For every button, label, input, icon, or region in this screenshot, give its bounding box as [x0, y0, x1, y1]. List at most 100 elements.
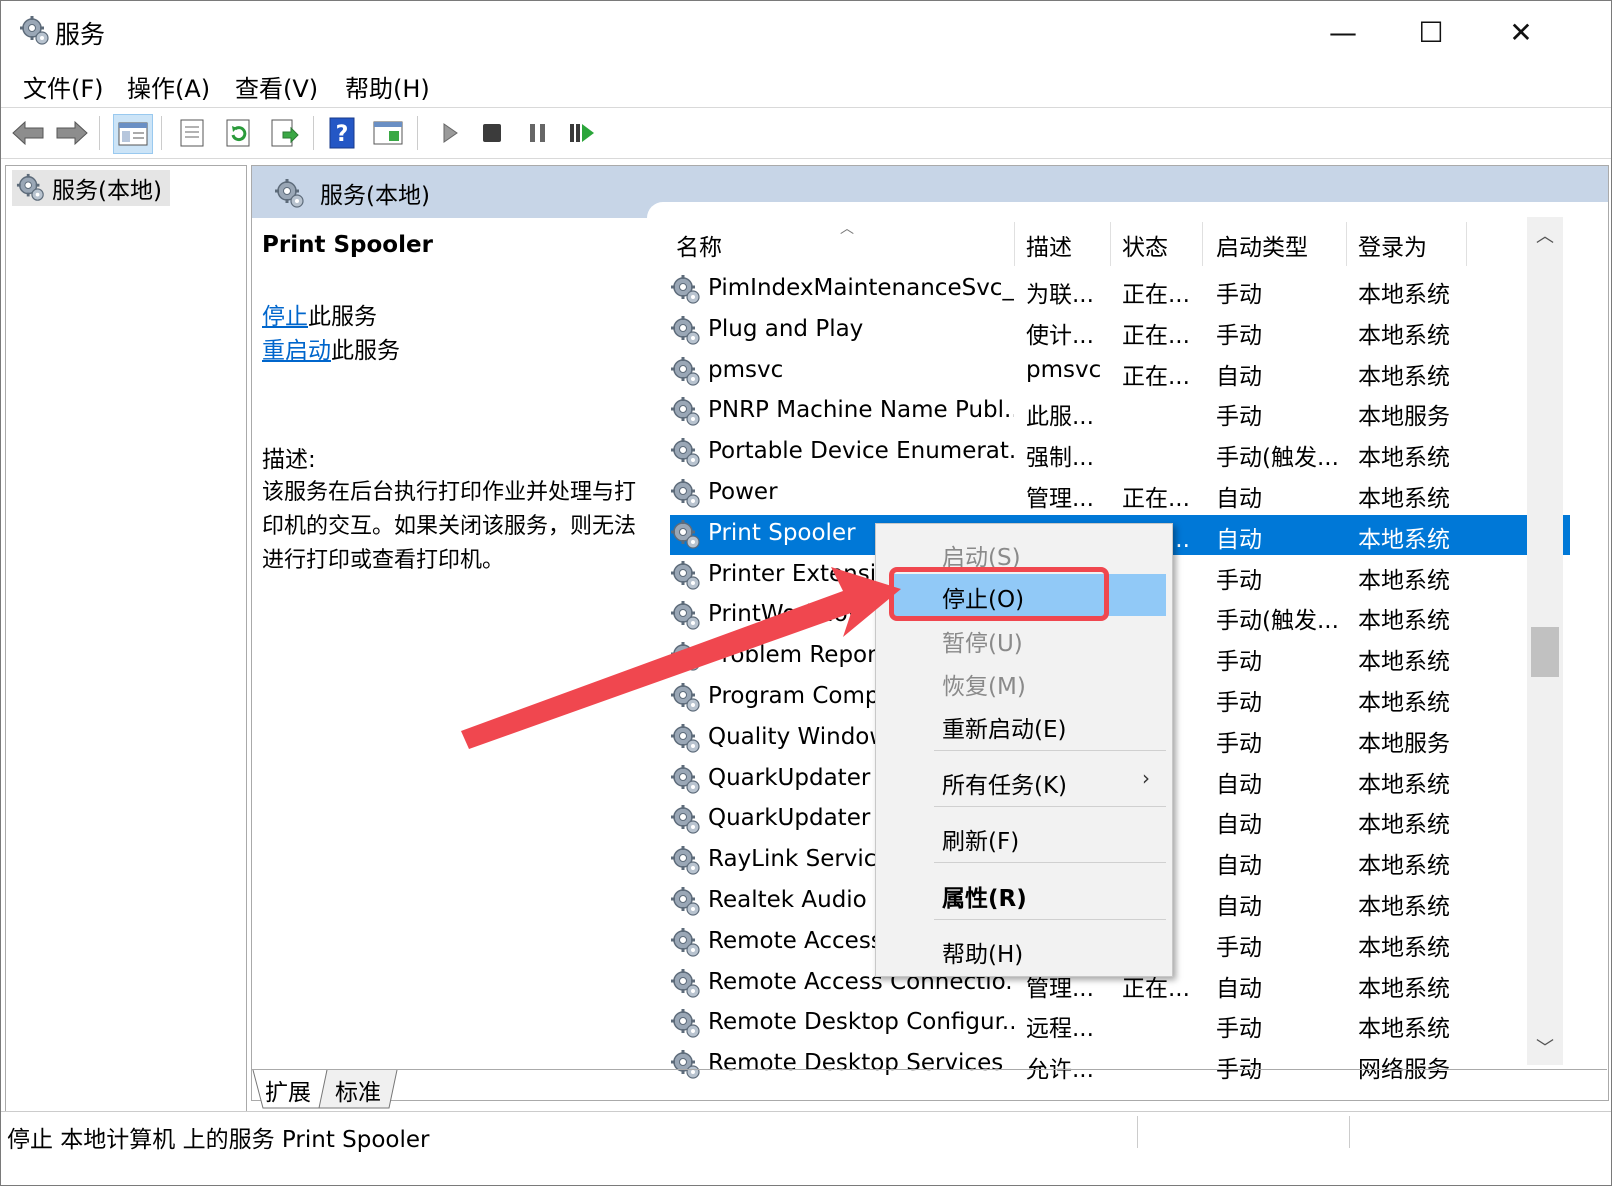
vertical-scrollbar[interactable]: ︿ ﹀ — [1527, 217, 1563, 1065]
menu-bar: 文件(F) 操作(A) 查看(V) 帮助(H) — [1, 65, 1611, 107]
menu-help[interactable]: 帮助(H) — [345, 69, 430, 104]
service-startup-cell: 自动 — [1216, 765, 1344, 799]
service-logon-cell: 本地系统 — [1358, 601, 1468, 635]
scroll-down-icon[interactable]: ﹀ — [1527, 1029, 1563, 1065]
service-gear-icon — [670, 968, 702, 1000]
pause-service-icon[interactable] — [519, 114, 557, 152]
service-desc-cell: 远程... — [1026, 1009, 1112, 1043]
forward-arrow-icon[interactable] — [53, 114, 91, 152]
menu-file[interactable]: 文件(F) — [23, 69, 104, 104]
service-logon-cell: 本地系统 — [1358, 683, 1468, 717]
extended-description-pane: Print Spooler 停止此服务 重启动此服务 描述: 该服务在后台执行打… — [262, 228, 652, 578]
menu-item-refresh[interactable]: 刷新(F) — [876, 816, 1172, 858]
service-startup-cell: 手动 — [1216, 683, 1344, 717]
column-header-startup-type[interactable]: 启动类型 — [1216, 228, 1308, 264]
submenu-arrow-icon: › — [1142, 766, 1150, 790]
menu-item-resume[interactable]: 恢复(M) — [876, 661, 1172, 703]
export-list-icon[interactable] — [265, 114, 303, 152]
menu-item-restart[interactable]: 重新启动(E) — [876, 704, 1172, 746]
service-logon-cell: 本地系统 — [1358, 316, 1468, 350]
table-row[interactable]: Power管理...正在...自动本地系统 — [670, 474, 1570, 514]
service-logon-cell: 本地系统 — [1358, 438, 1468, 472]
services-icon — [16, 173, 46, 203]
toolbar: ? — [1, 107, 1611, 159]
service-desc-cell: 为联... — [1026, 275, 1112, 309]
menu-item-help[interactable]: 帮助(H) — [876, 929, 1172, 971]
service-logon-cell: 本地系统 — [1358, 479, 1468, 513]
close-button[interactable]: ✕ — [1475, 1, 1567, 63]
table-row[interactable]: Portable Device Enumerat...强制...手动(触发...… — [670, 433, 1570, 473]
tab-standard[interactable]: 标准 — [327, 1072, 389, 1108]
service-status-cell: 正在... — [1122, 479, 1204, 513]
stop-service-link[interactable]: 停止 — [262, 304, 308, 330]
table-row[interactable]: pmsvcpmsvc正在...自动本地系统 — [670, 352, 1570, 392]
menu-item-all-tasks[interactable]: 所有任务(K)› — [876, 760, 1172, 802]
refresh-icon[interactable] — [219, 114, 257, 152]
svg-text:?: ? — [336, 122, 349, 147]
service-name-cell: pmsvc — [708, 357, 1014, 383]
restart-service-link[interactable]: 重启动 — [262, 338, 331, 364]
service-gear-icon — [670, 560, 702, 592]
menu-action[interactable]: 操作(A) — [127, 69, 210, 104]
stop-service-icon[interactable] — [473, 114, 511, 152]
services-icon — [274, 178, 306, 210]
service-gear-icon — [670, 600, 702, 632]
console-tree: 服务(本地) — [5, 165, 247, 1141]
menu-item-pause[interactable]: 暂停(U) — [876, 618, 1172, 660]
table-row[interactable]: PNRP Machine Name Publ... 此服... 手动本地服务 — [670, 392, 1570, 432]
menu-item-properties[interactable]: 属性(R) — [876, 873, 1172, 915]
stop-link-suffix: 此服务 — [308, 304, 377, 330]
service-startup-cell: 手动 — [1216, 928, 1344, 962]
service-status-cell: 正在... — [1122, 275, 1204, 309]
table-row[interactable]: Plug and Play使计...正在...手动本地系统 — [670, 311, 1570, 351]
service-startup-cell: 手动 — [1216, 561, 1344, 595]
service-name-cell: PimIndexMaintenanceSvc_... — [708, 275, 1014, 301]
menu-view[interactable]: 查看(V) — [235, 69, 318, 104]
service-gear-icon — [670, 764, 702, 796]
service-gear-icon — [670, 356, 702, 388]
service-desc-cell: 强制... — [1026, 438, 1112, 472]
service-logon-cell: 本地系统 — [1358, 520, 1468, 554]
service-desc-cell: pmsvc — [1026, 357, 1112, 383]
service-logon-cell: 本地服务 — [1358, 397, 1468, 431]
service-name-cell: Portable Device Enumerat... — [708, 438, 1014, 464]
service-startup-cell: 自动 — [1216, 805, 1344, 839]
table-row[interactable]: PimIndexMaintenanceSvc_...为联...正在...手动本地… — [670, 270, 1570, 310]
status-text: 停止 本地计算机 上的服务 Print Spooler — [7, 1120, 430, 1154]
service-startup-cell: 自动 — [1216, 846, 1344, 880]
service-logon-cell: 本地系统 — [1358, 805, 1468, 839]
help-icon[interactable]: ? — [323, 114, 361, 152]
service-desc-cell: 管理... — [1026, 479, 1112, 513]
service-logon-cell: 本地系统 — [1358, 561, 1468, 595]
tab-extended[interactable]: 扩展 — [257, 1072, 319, 1108]
column-header-description[interactable]: 描述 — [1026, 228, 1072, 264]
service-startup-cell: 手动 — [1216, 397, 1344, 431]
mmc-view-icon[interactable] — [369, 114, 407, 152]
show-console-tree-icon[interactable] — [113, 114, 153, 154]
service-name-cell: PNRP Machine Name Publ... — [708, 397, 1014, 423]
title-bar: 服务 — ☐ ✕ — [1, 1, 1611, 63]
service-logon-cell: 本地系统 — [1358, 1009, 1468, 1043]
start-service-icon[interactable] — [431, 114, 469, 152]
column-header-logon-as[interactable]: 登录为 — [1358, 228, 1427, 264]
maximize-button[interactable]: ☐ — [1385, 1, 1477, 63]
service-desc-cell: 此服... — [1026, 397, 1112, 431]
restart-service-icon[interactable] — [563, 114, 601, 152]
scroll-up-icon[interactable]: ︿ — [1527, 217, 1563, 253]
service-startup-cell: 手动(触发... — [1216, 601, 1344, 635]
service-name-cell: Plug and Play — [708, 316, 1014, 342]
service-gear-icon — [670, 886, 702, 918]
status-bar: 停止 本地计算机 上的服务 Print Spooler — [1, 1111, 1611, 1152]
properties-sheet-icon[interactable] — [173, 114, 211, 152]
table-row[interactable]: Remote Desktop Configur...远程...手动本地系统 — [670, 1004, 1570, 1044]
back-arrow-icon[interactable] — [9, 114, 47, 152]
service-status-cell: 正在... — [1122, 357, 1204, 391]
column-header-status[interactable]: 状态 — [1122, 228, 1168, 264]
scroll-thumb[interactable] — [1531, 627, 1559, 677]
service-logon-cell: 本地系统 — [1358, 846, 1468, 880]
column-header-name[interactable]: 名称 — [676, 228, 722, 264]
tree-node-services-local[interactable]: 服务(本地) — [12, 170, 170, 206]
description-label: 描述: — [262, 440, 652, 474]
service-gear-icon — [670, 682, 702, 714]
minimize-button[interactable]: — — [1297, 1, 1389, 63]
